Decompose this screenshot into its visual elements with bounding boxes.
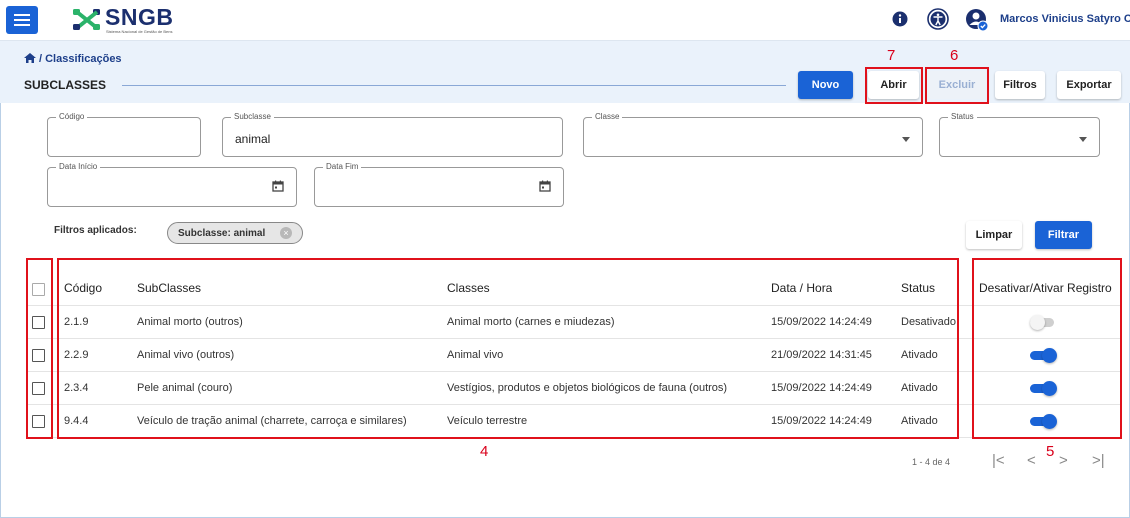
callout-5: 5	[1046, 443, 1055, 460]
accessibility-icon[interactable]	[927, 8, 949, 30]
home-icon[interactable]	[24, 53, 36, 63]
highlight-excluir	[925, 67, 989, 104]
filtrar-button[interactable]: Filtrar	[1035, 221, 1092, 249]
first-page-button[interactable]: |<	[992, 452, 1005, 469]
chevron-down-icon	[1079, 137, 1087, 142]
callout-6: 6	[950, 47, 959, 64]
filter-chip-text: Subclasse: animal	[178, 228, 266, 239]
limpar-button[interactable]: Limpar	[966, 221, 1022, 249]
next-page-button[interactable]: >	[1059, 452, 1068, 469]
highlight-toggle-column	[972, 258, 1122, 439]
subclasse-field[interactable]: Subclasse animal	[222, 112, 563, 157]
data-inicio-field[interactable]: Data Início	[47, 162, 297, 207]
info-icon[interactable]	[892, 11, 908, 27]
exportar-button[interactable]: Exportar	[1057, 71, 1121, 99]
codigo-label: Código	[56, 112, 88, 121]
classe-label: Classe	[592, 112, 623, 121]
last-page-button[interactable]: >|	[1092, 452, 1105, 469]
prev-page-button[interactable]: <	[1027, 452, 1036, 469]
logo-mark-icon	[73, 9, 100, 30]
calendar-icon[interactable]	[272, 180, 284, 192]
novo-button[interactable]: Novo	[798, 71, 853, 99]
highlight-abrir	[865, 67, 923, 104]
data-inicio-label: Data Início	[56, 162, 101, 171]
highlight-checkbox-column	[26, 258, 53, 439]
status-select[interactable]: Status	[939, 112, 1100, 157]
codigo-field[interactable]: Código	[47, 112, 201, 157]
callout-4: 4	[480, 443, 489, 460]
filter-chip: Subclasse: animal ×	[167, 222, 303, 244]
subclasse-label: Subclasse	[231, 112, 274, 121]
pagination-range: 1 - 4 de 4	[912, 457, 951, 467]
chevron-down-icon	[902, 137, 910, 142]
data-fim-label: Data Fim	[323, 162, 362, 171]
menu-button[interactable]	[6, 6, 38, 34]
applied-filters-label: Filtros aplicados:	[54, 225, 137, 236]
classe-select[interactable]: Classe	[583, 112, 923, 157]
close-icon[interactable]: ×	[280, 227, 292, 239]
logo-subtitle: Sistema Nacional de Gestão de Bens	[106, 29, 173, 34]
filtros-button[interactable]: Filtros	[995, 71, 1045, 99]
logo-text: SNGB	[105, 4, 174, 30]
subclasse-value: animal	[235, 132, 271, 146]
user-avatar-icon[interactable]	[965, 8, 989, 32]
title-divider	[122, 85, 786, 86]
user-name[interactable]: Marcos Vinicius Satyro C...	[1000, 13, 1130, 25]
data-fim-field[interactable]: Data Fim	[314, 162, 564, 207]
calendar-icon[interactable]	[539, 180, 551, 192]
status-label: Status	[948, 112, 977, 121]
menu-icon	[14, 14, 30, 16]
page-title: SUBCLASSES	[24, 78, 107, 92]
highlight-data-columns	[57, 258, 959, 439]
callout-7: 7	[887, 47, 896, 64]
app-bar: SNGB Sistema Nacional de Gestão de Bens …	[0, 0, 1130, 41]
breadcrumb[interactable]: / Classificações	[24, 53, 122, 65]
breadcrumb-text[interactable]: / Classificações	[39, 53, 122, 65]
